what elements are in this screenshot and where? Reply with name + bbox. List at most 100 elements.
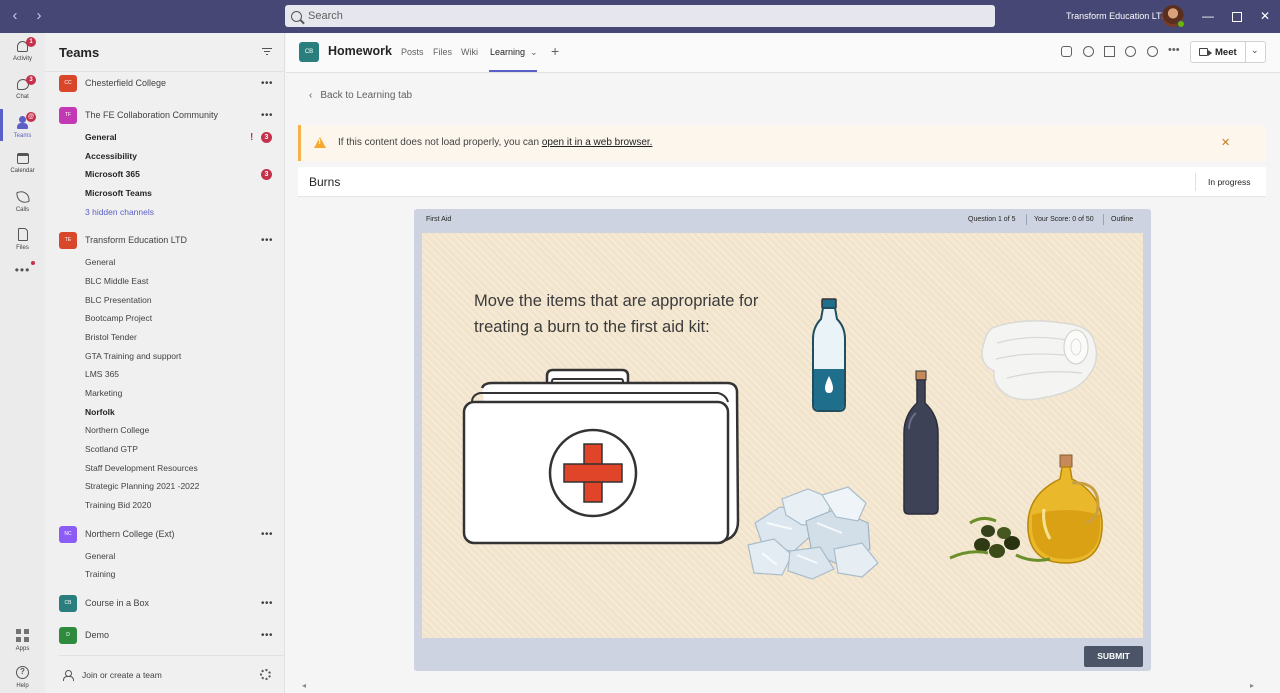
more-options-icon[interactable]: ••• bbox=[261, 235, 273, 246]
chat-badge: 3 bbox=[26, 75, 36, 85]
more-options-icon[interactable]: ••• bbox=[261, 630, 273, 641]
team-fe-collaboration[interactable]: TF The FE Collaboration Community ••• bbox=[45, 105, 285, 125]
channel-item[interactable]: BLC Presentation bbox=[45, 290, 285, 310]
avatar[interactable] bbox=[1162, 5, 1185, 28]
channel-item[interactable]: Training bbox=[45, 564, 285, 584]
back-label: Back to Learning tab bbox=[320, 90, 413, 101]
channel-label: Training Bid 2020 bbox=[85, 500, 152, 510]
rail-item-apps[interactable]: Apps bbox=[0, 623, 45, 661]
meeting-notes-icon[interactable] bbox=[1061, 46, 1072, 57]
channel-item[interactable]: General bbox=[45, 546, 285, 566]
quiz-slide: Move the items that are appropriate for … bbox=[422, 233, 1143, 638]
horizontal-scrollbar[interactable]: ◂ ▸ bbox=[298, 681, 1266, 691]
channel-item[interactable]: Accessibility bbox=[45, 146, 285, 166]
bandage-roll-icon[interactable] bbox=[981, 320, 1098, 401]
channel-item[interactable]: Strategic Planning 2021 -2022 bbox=[45, 476, 285, 496]
team-avatar: CB bbox=[299, 42, 319, 62]
close-icon[interactable]: ✕ bbox=[1221, 136, 1230, 149]
team-chesterfield-college[interactable]: CC Chesterfield College ••• bbox=[45, 73, 285, 93]
forward-arrow-icon[interactable]: › bbox=[32, 8, 46, 24]
phone-icon bbox=[15, 190, 30, 204]
tenant-name[interactable]: Transform Education LTD bbox=[1066, 11, 1168, 21]
channel-item[interactable]: Microsoft 365 3 bbox=[45, 164, 285, 184]
tab-wiki[interactable]: Wiki bbox=[461, 47, 478, 57]
team-avatar: NC bbox=[59, 525, 77, 543]
team-transform-education[interactable]: TE Transform Education LTD ••• bbox=[45, 230, 285, 250]
chevron-down-icon[interactable]: ⌄ bbox=[530, 47, 538, 58]
channel-label: Training bbox=[85, 569, 116, 579]
water-bottle-icon[interactable] bbox=[812, 298, 846, 412]
channel-item[interactable]: Training Bid 2020 bbox=[45, 495, 285, 515]
channel-item[interactable]: LMS 365 bbox=[45, 364, 285, 384]
question-counter: Question 1 of 5 bbox=[968, 216, 1016, 223]
wine-bottle-icon[interactable] bbox=[903, 370, 939, 515]
chevron-down-icon[interactable]: ⌄ bbox=[1251, 45, 1259, 56]
channel-item[interactable]: General ! 3 bbox=[45, 127, 285, 147]
channel-label: Bristol Tender bbox=[85, 332, 137, 342]
channel-item[interactable]: Microsoft Teams bbox=[45, 183, 285, 203]
submit-button[interactable]: SUBMIT bbox=[1084, 646, 1143, 667]
ice-cubes-icon[interactable] bbox=[747, 486, 879, 580]
tab-files[interactable]: Files bbox=[433, 47, 452, 57]
reload-icon[interactable] bbox=[1125, 46, 1136, 57]
rail-item-chat[interactable]: 3 Chat bbox=[0, 73, 45, 111]
channel-item[interactable]: Scotland GTP bbox=[45, 439, 285, 459]
search-input[interactable]: Search bbox=[285, 5, 995, 27]
channel-item[interactable]: Staff Development Resources bbox=[45, 458, 285, 478]
meet-button[interactable]: Meet ⌄ bbox=[1190, 41, 1266, 63]
rail-label: Files bbox=[16, 245, 29, 251]
more-options-icon[interactable]: ••• bbox=[261, 78, 273, 89]
channel-item[interactable]: Northern College bbox=[45, 420, 285, 440]
team-name: Northern College (Ext) bbox=[85, 529, 175, 539]
filter-icon[interactable] bbox=[262, 48, 272, 56]
channel-label: LMS 365 bbox=[85, 369, 120, 379]
channel-item[interactable]: General bbox=[45, 252, 285, 272]
more-options-icon[interactable]: ••• bbox=[261, 598, 273, 609]
more-options-icon[interactable]: ••• bbox=[261, 529, 273, 540]
channel-label: Staff Development Resources bbox=[85, 463, 198, 473]
olive-oil-icon[interactable] bbox=[949, 454, 1103, 564]
rail-item-activity[interactable]: 1 Activity bbox=[0, 35, 45, 73]
back-link[interactable]: ‹ Back to Learning tab bbox=[309, 90, 412, 101]
conversation-icon[interactable] bbox=[1083, 46, 1094, 57]
rail-item-teams[interactable]: @ Teams bbox=[0, 110, 45, 148]
open-in-browser-link[interactable]: open it in a web browser. bbox=[542, 137, 653, 148]
more-options-icon[interactable]: ••• bbox=[261, 110, 273, 121]
scroll-right-icon[interactable]: ▸ bbox=[1250, 681, 1254, 690]
team-northern-college-ext[interactable]: NC Northern College (Ext) ••• bbox=[45, 524, 285, 544]
channel-item[interactable]: BLC Middle East bbox=[45, 271, 285, 291]
hidden-channels-link[interactable]: 3 hidden channels bbox=[45, 202, 285, 222]
globe-icon[interactable] bbox=[1147, 46, 1158, 57]
minimize-icon[interactable]: — bbox=[1201, 9, 1215, 23]
divider bbox=[1195, 173, 1196, 191]
scroll-left-icon[interactable]: ◂ bbox=[302, 681, 306, 690]
gear-icon[interactable] bbox=[260, 669, 271, 680]
channel-item[interactable]: Marketing bbox=[45, 383, 285, 403]
rail-item-calls[interactable]: Calls bbox=[0, 185, 45, 223]
rail-item-more[interactable]: ••• bbox=[0, 264, 45, 303]
more-options-icon[interactable]: ••• bbox=[1168, 44, 1180, 56]
maximize-icon[interactable] bbox=[1229, 9, 1243, 23]
channel-label: Microsoft 365 bbox=[85, 169, 140, 179]
search-icon bbox=[291, 10, 302, 22]
team-demo[interactable]: D Demo ••• bbox=[45, 625, 285, 645]
channel-item[interactable]: Bootcamp Project bbox=[45, 308, 285, 328]
channel-item[interactable]: Bristol Tender bbox=[45, 327, 285, 347]
tab-posts[interactable]: Posts bbox=[401, 47, 424, 57]
team-course-in-a-box[interactable]: CB Course in a Box ••• bbox=[45, 593, 285, 613]
rail-item-calendar[interactable]: Calendar bbox=[0, 147, 45, 185]
back-arrow-icon[interactable]: ‹ bbox=[8, 8, 22, 24]
expand-icon[interactable] bbox=[1104, 46, 1115, 57]
channel-item[interactable]: GTA Training and support bbox=[45, 346, 285, 366]
rail-item-help[interactable]: ? Help bbox=[0, 660, 45, 693]
divider bbox=[45, 71, 285, 72]
quiz-illustration bbox=[462, 298, 1103, 580]
channel-label: Bootcamp Project bbox=[85, 313, 153, 323]
rail-item-files[interactable]: Files bbox=[0, 222, 45, 260]
tab-learning[interactable]: Learning bbox=[490, 47, 525, 57]
outline-button[interactable]: Outline bbox=[1111, 216, 1133, 223]
join-team-button[interactable]: Join or create a team bbox=[82, 670, 162, 680]
channel-item[interactable]: Norfolk bbox=[45, 402, 285, 422]
add-tab-icon[interactable]: + bbox=[551, 43, 559, 59]
close-icon[interactable]: ✕ bbox=[1258, 9, 1272, 23]
